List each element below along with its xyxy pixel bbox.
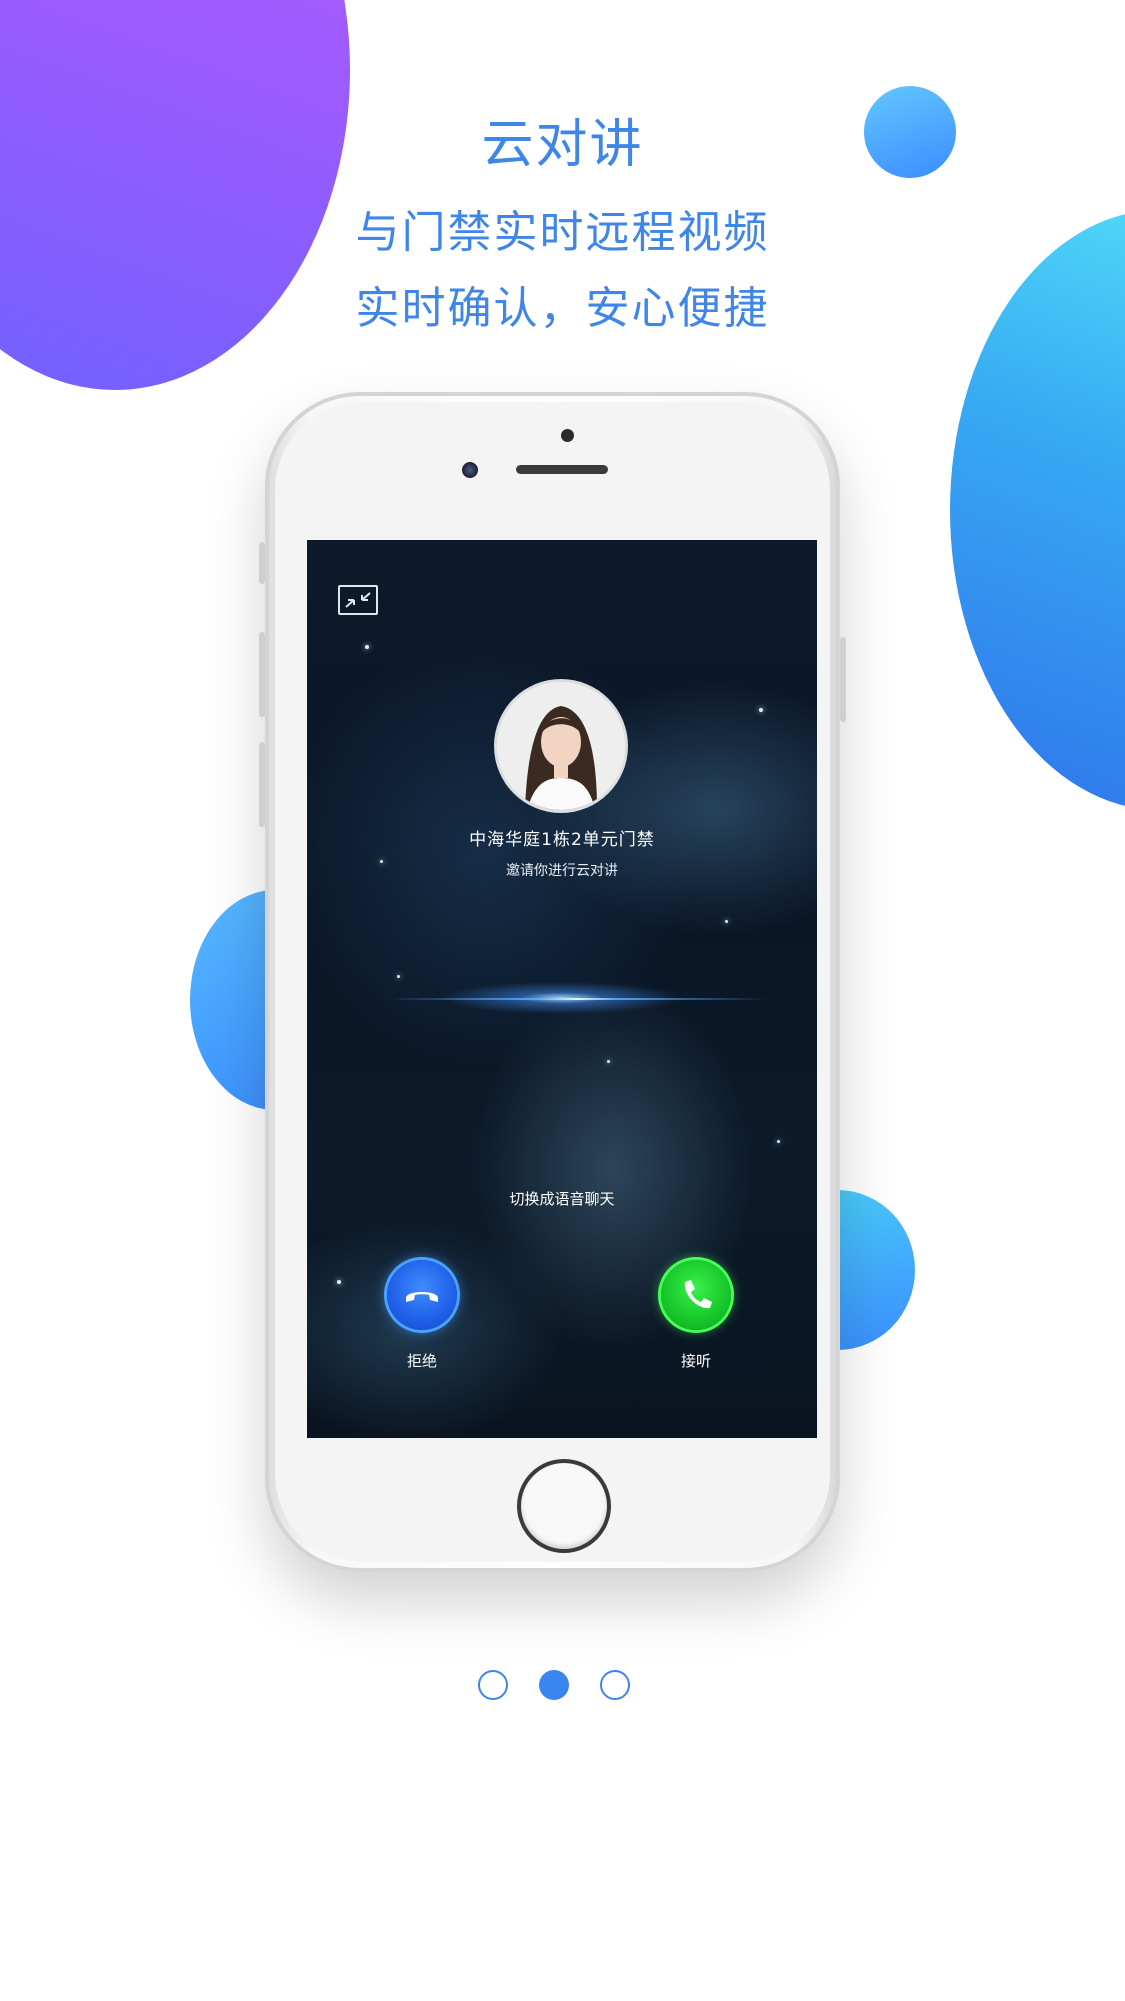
front-camera-icon: [462, 462, 478, 478]
incoming-call-screen: 中海华庭1栋2单元门禁 邀请你进行云对讲 切换成语音聊天 拒绝 接听: [307, 540, 817, 1438]
phone-face: 中海华庭1栋2单元门禁 邀请你进行云对讲 切换成语音聊天 拒绝 接听: [275, 402, 830, 1562]
caller-avatar: [497, 682, 625, 810]
phone-mockup: 中海华庭1栋2单元门禁 邀请你进行云对讲 切换成语音聊天 拒绝 接听: [259, 392, 846, 1572]
caller-message: 邀请你进行云对讲: [506, 863, 618, 879]
star: [397, 975, 400, 978]
feature-title: 云对讲: [481, 115, 644, 175]
caller-name: 中海华庭1栋2单元门禁: [469, 830, 655, 850]
star: [777, 1140, 780, 1143]
mute-switch: [259, 542, 265, 584]
onboarding-page: 云对讲 与门禁实时远程视频 实时确认，安心便捷 中海华庭1栋2单元门禁 邀请你进…: [0, 0, 1125, 2001]
minimize-button[interactable]: [338, 585, 378, 615]
answer-label: 接听: [680, 1352, 711, 1370]
reject-label: 拒绝: [406, 1352, 437, 1370]
star: [607, 1060, 610, 1063]
feature-subtitle-line-2: 实时确认，安心便捷: [355, 283, 770, 334]
home-button: [517, 1459, 611, 1553]
switch-to-voice-button[interactable]: 切换成语音聊天: [462, 1188, 662, 1209]
phone-hangup-icon: [406, 1292, 438, 1302]
light-flare: [387, 998, 767, 1000]
page-indicator-dot-3[interactable]: [600, 1670, 630, 1700]
earpiece-speaker: [516, 465, 608, 474]
star: [365, 645, 369, 649]
caller-portrait: [497, 682, 625, 810]
star: [337, 1280, 341, 1284]
phone-answer-icon: [684, 1280, 712, 1309]
star: [759, 708, 763, 712]
star: [725, 920, 728, 923]
minimize-arrows-icon: [345, 592, 371, 608]
page-indicator-dot-2-active[interactable]: [539, 1670, 569, 1700]
front-sensor: [561, 429, 574, 442]
volume-down-key: [259, 742, 265, 827]
power-key: [840, 637, 846, 722]
reject-call-button[interactable]: [387, 1260, 457, 1330]
page-indicator-dot-1[interactable]: [478, 1670, 508, 1700]
answer-call-button[interactable]: [661, 1260, 731, 1330]
feature-subtitle-line-1: 与门禁实时远程视频: [355, 207, 770, 258]
volume-up-key: [259, 632, 265, 717]
